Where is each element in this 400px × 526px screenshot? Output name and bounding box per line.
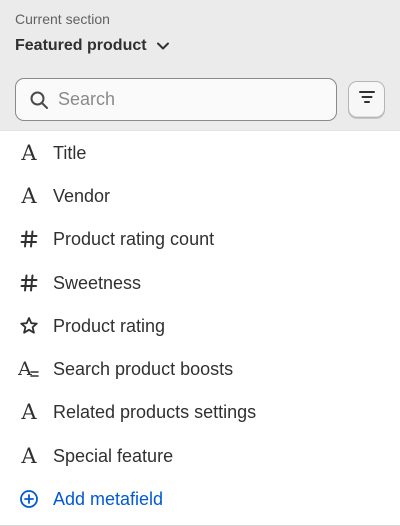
section-name: Featured product (15, 37, 147, 54)
list-item[interactable]: A Related products settings (0, 391, 400, 434)
list-item[interactable]: A Title (0, 131, 400, 174)
chevron-down-icon (155, 38, 171, 54)
svg-text:A: A (18, 358, 32, 380)
list-item[interactable]: A Special feature (0, 434, 400, 477)
list-item[interactable]: Product rating count (0, 218, 400, 261)
list-item-label: Product rating (53, 315, 166, 336)
hash-icon (17, 271, 41, 295)
list-item-label: Search product boosts (53, 359, 234, 380)
add-metafield-button[interactable]: Add metafield (0, 477, 400, 520)
list-item-label: Sweetness (53, 272, 142, 293)
list-item-label: Special feature (53, 445, 174, 466)
list-item-label: Related products settings (53, 402, 257, 423)
text-list-icon: A (17, 357, 41, 381)
text-icon: A (21, 183, 37, 208)
dynamic-source-picker: Current section Featured product Search … (0, 0, 400, 526)
text-icon: A (21, 400, 37, 425)
picker-header: Current section Featured product (0, 0, 400, 131)
star-icon (17, 314, 41, 338)
list-item[interactable]: A Search product boosts (0, 347, 400, 390)
list-item[interactable]: Product rating (0, 304, 400, 347)
section-selector[interactable]: Featured product (15, 35, 385, 57)
list-item-label: Product rating count (53, 229, 215, 250)
search-icon (29, 90, 49, 110)
add-metafield-label: Add metafield (53, 489, 164, 510)
plus-circle-icon (17, 487, 41, 511)
filter-icon (357, 87, 377, 112)
list-item-label: Title (53, 142, 87, 163)
hash-icon (17, 227, 41, 251)
filter-button[interactable] (348, 81, 385, 118)
text-icon: A (21, 443, 37, 468)
list-item-label: Vendor (53, 185, 111, 206)
source-list: A Title A Vendor Product rating count Sw… (0, 131, 400, 521)
text-icon: A (21, 140, 37, 165)
list-item[interactable]: A Vendor (0, 174, 400, 217)
search-row (15, 78, 385, 121)
search-field[interactable] (15, 78, 338, 121)
current-section-label: Current section (15, 11, 110, 27)
search-input[interactable] (58, 84, 318, 115)
list-item[interactable]: Sweetness (0, 261, 400, 304)
